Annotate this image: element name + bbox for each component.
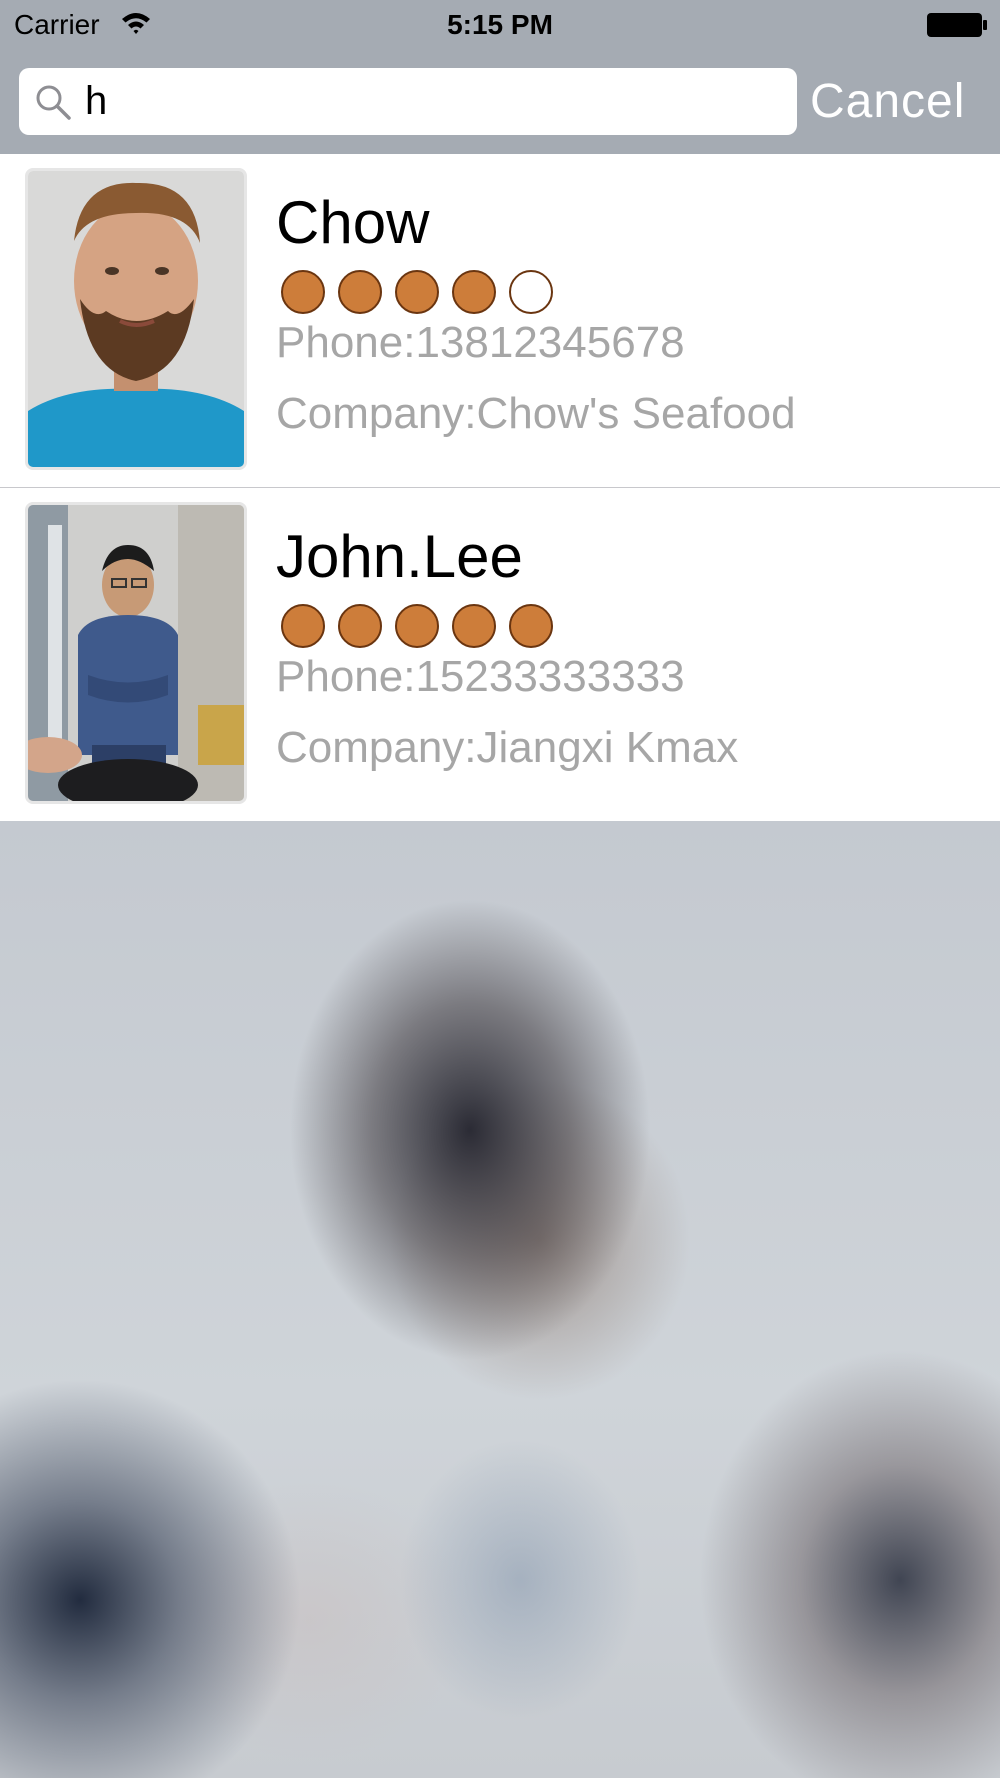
contact-phone: Phone:15233333333	[276, 652, 685, 701]
contact-photo	[25, 502, 247, 804]
rating-dot-empty-icon	[509, 270, 553, 314]
contact-phone: Phone:13812345678	[276, 318, 685, 367]
rating	[281, 270, 566, 316]
rating-dot-filled-icon	[509, 604, 553, 648]
contact-row[interactable]: Chow Phone:13812345678 Company:Chow's Se…	[0, 154, 1000, 487]
clock: 5:15 PM	[447, 9, 553, 40]
search-field[interactable]	[19, 68, 797, 135]
blurred-background-photo	[0, 820, 1000, 1778]
search-results-list: Chow Phone:13812345678 Company:Chow's Se…	[0, 154, 1000, 821]
app-screen: Carrier 5:15 PM Cancel	[0, 0, 1000, 1778]
cancel-button[interactable]: Cancel	[810, 68, 990, 135]
rating-dot-filled-icon	[338, 604, 382, 648]
search-icon	[36, 85, 71, 120]
rating-dot-filled-icon	[395, 270, 439, 314]
rating-dot-filled-icon	[281, 270, 325, 314]
battery-full-icon	[927, 13, 987, 37]
contact-name: John.Lee	[276, 523, 523, 590]
rating-dot-filled-icon	[452, 270, 496, 314]
contact-row[interactable]: John.Lee Phone:15233333333 Company:Jiang…	[0, 487, 1000, 821]
contact-name: Chow	[276, 189, 430, 256]
search-bar: Cancel	[0, 52, 1000, 154]
rating-dot-filled-icon	[395, 604, 439, 648]
contact-company: Company:Chow's Seafood	[276, 389, 796, 438]
search-input[interactable]	[85, 76, 775, 126]
status-bar: Carrier 5:15 PM	[0, 0, 1000, 52]
contact-photo	[25, 168, 247, 470]
rating	[281, 604, 566, 650]
contact-company: Company:Jiangxi Kmax	[276, 723, 739, 772]
rating-dot-filled-icon	[452, 604, 496, 648]
rating-dot-filled-icon	[338, 270, 382, 314]
rating-dot-filled-icon	[281, 604, 325, 648]
